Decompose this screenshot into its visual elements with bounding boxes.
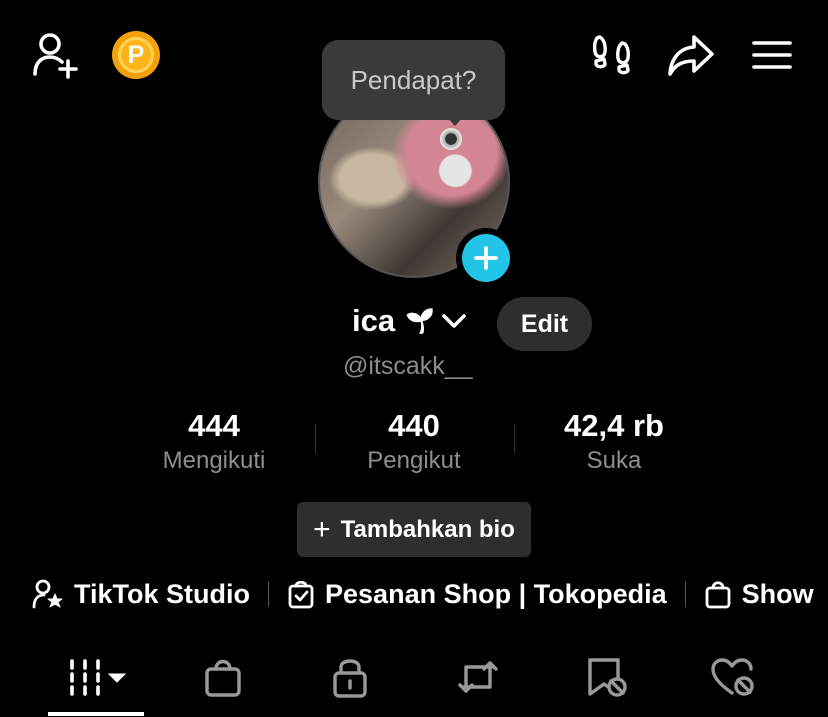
order-bag-icon — [288, 580, 314, 609]
stat-following-value: 444 — [188, 408, 240, 443]
avatar-eye-detail — [440, 128, 462, 150]
grid-icon — [70, 659, 127, 696]
add-story-button[interactable] — [456, 228, 516, 288]
stat-divider — [315, 424, 316, 454]
edit-profile-button[interactable]: Edit — [497, 297, 592, 351]
stat-following-label: Mengikuti — [162, 447, 266, 474]
heart-hidden-icon — [711, 658, 754, 696]
tab-videos[interactable] — [66, 652, 130, 702]
active-tab-indicator — [48, 712, 144, 716]
profile-name-row[interactable]: ica 🌱 — [352, 303, 467, 339]
lock-icon — [333, 659, 367, 698]
stat-likes-value: 42,4 rb — [564, 408, 664, 443]
link-separator — [684, 581, 686, 607]
person-star-icon — [32, 579, 63, 609]
add-bio-plus: + — [313, 512, 331, 546]
tab-shop[interactable] — [193, 652, 253, 702]
sprout-emoji: 🌱 — [405, 307, 435, 335]
bookmark-icon — [588, 658, 627, 697]
coin-label: P — [118, 37, 154, 73]
feedback-tooltip[interactable]: Pendapat? — [322, 40, 505, 120]
add-friend-icon[interactable] — [30, 30, 82, 80]
stat-followers-label: Pengikut — [367, 447, 461, 474]
stat-likes-label: Suka — [586, 447, 642, 474]
stat-following[interactable]: 444 Mengikuti — [129, 406, 299, 476]
chevron-down-icon — [442, 314, 466, 328]
add-bio-label: Tambahkan bio — [340, 515, 515, 543]
stat-divider — [514, 424, 515, 454]
tab-reposts[interactable] — [448, 652, 508, 702]
stat-followers[interactable]: 440 Pengikut — [329, 406, 499, 476]
tab-favorites[interactable] — [576, 652, 636, 702]
showcase-link[interactable]: Show — [704, 579, 814, 610]
shop-orders-link[interactable]: Pesanan Shop | Tokopedia — [287, 579, 667, 610]
menu-icon[interactable] — [750, 36, 794, 74]
link-label: Pesanan Shop | Tokopedia — [325, 578, 667, 609]
tiktok-studio-link[interactable]: TikTok Studio — [32, 579, 250, 610]
link-label: TikTok Studio — [74, 578, 251, 609]
tab-private[interactable] — [320, 652, 380, 702]
coin-icon[interactable]: P — [112, 31, 160, 79]
tooltip-text: Pendapat? — [350, 64, 477, 95]
tooltip-tail — [446, 116, 464, 126]
stat-followers-value: 440 — [388, 408, 440, 443]
footprints-icon[interactable] — [588, 32, 636, 78]
username-handle: @itscakk__ — [343, 352, 473, 380]
profile-name: ica — [352, 303, 396, 338]
share-icon[interactable] — [666, 30, 716, 80]
profile-links-row: TikTok Studio Pesanan Shop | Tokopedia S… — [32, 574, 814, 614]
plus-icon — [474, 246, 498, 270]
add-bio-button[interactable]: + Tambahkan bio — [297, 502, 531, 557]
link-label: Show — [741, 578, 814, 609]
bag-icon — [205, 659, 241, 697]
link-separator — [268, 581, 270, 607]
stat-likes[interactable]: 42,4 rb Suka — [529, 406, 699, 476]
tab-liked[interactable] — [703, 652, 763, 702]
repost-icon — [458, 661, 498, 693]
shopping-bag-icon — [705, 581, 731, 609]
